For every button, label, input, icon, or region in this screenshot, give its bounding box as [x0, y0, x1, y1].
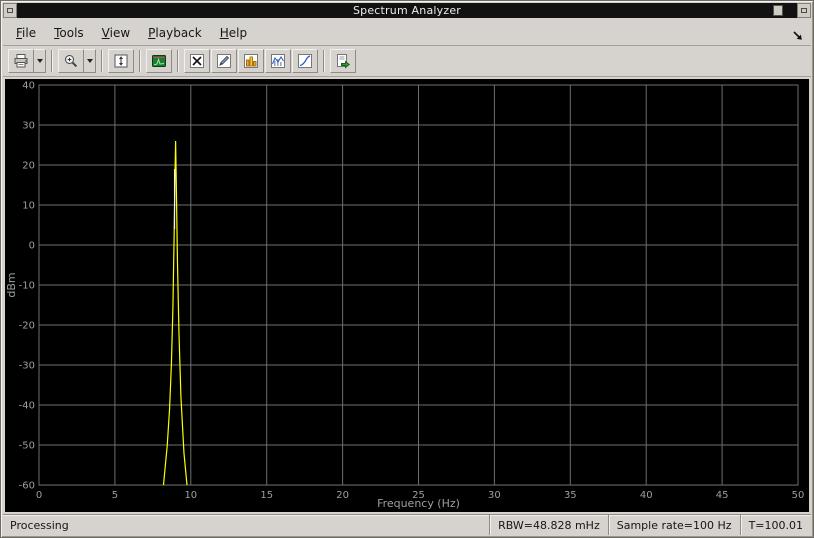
svg-text:50: 50 — [792, 490, 805, 501]
orange-bars-icon — [243, 53, 259, 69]
print-dropdown-button[interactable] — [34, 49, 46, 73]
green-scope-icon — [151, 53, 167, 69]
status-rbw: RBW=48.828 mHz — [489, 515, 608, 535]
svg-text:Frequency (Hz): Frequency (Hz) — [377, 497, 460, 510]
toolbar-separator — [101, 50, 103, 72]
svg-text:15: 15 — [260, 490, 273, 501]
toolbar-separator — [139, 50, 141, 72]
svg-text:-50: -50 — [19, 441, 35, 452]
status-time: T=100.01 — [739, 515, 811, 535]
svg-text:dBm: dBm — [5, 272, 18, 297]
window-title: Spectrum Analyzer — [352, 4, 462, 17]
svg-text:-40: -40 — [19, 401, 35, 412]
svg-text:0: 0 — [29, 241, 35, 252]
status-message: Processing — [10, 518, 69, 532]
magnifier-icon — [63, 53, 79, 69]
menu-file[interactable]: File — [7, 22, 45, 44]
chevron-down-icon — [86, 59, 93, 63]
print-button[interactable] — [8, 49, 34, 73]
chevron-down-icon — [36, 59, 43, 63]
export-button[interactable] — [330, 49, 356, 73]
titlebar-drag-area[interactable]: Spectrum Analyzer — [17, 3, 797, 18]
svg-text:0: 0 — [36, 490, 42, 501]
svg-text:45: 45 — [716, 490, 729, 501]
fit-view-arrows-icon — [113, 53, 129, 69]
iconify-button[interactable] — [3, 3, 17, 18]
diagonal-curve-icon — [297, 53, 313, 69]
svg-text:35: 35 — [564, 490, 577, 501]
svg-text:10: 10 — [22, 201, 35, 212]
cursor-measurements-button[interactable] — [184, 49, 210, 73]
zoom-dropdown-button[interactable] — [84, 49, 96, 73]
statusbar: Processing RBW=48.828 mHz Sample rate=10… — [3, 514, 811, 535]
svg-text:-20: -20 — [19, 321, 35, 332]
toolbar-separator — [51, 50, 53, 72]
distortion-measurements-button[interactable] — [265, 49, 291, 73]
peak-finder-button[interactable] — [211, 49, 237, 73]
maximize-button[interactable] — [773, 5, 783, 16]
toolbar-separator — [323, 50, 325, 72]
svg-text:20: 20 — [336, 490, 349, 501]
dock-arrow-icon[interactable] — [792, 27, 804, 40]
cursor-x-icon — [189, 53, 205, 69]
svg-text:40: 40 — [22, 80, 35, 91]
wave-chart-icon — [270, 53, 286, 69]
svg-text:30: 30 — [488, 490, 501, 501]
printer-icon — [13, 53, 29, 69]
pencil-icon — [216, 53, 232, 69]
svg-text:30: 30 — [22, 120, 35, 131]
spectrum-analyzer-window: Spectrum Analyzer File Tools View Playba… — [0, 0, 814, 538]
spectrum-settings-button[interactable] — [146, 49, 172, 73]
svg-text:-10: -10 — [19, 281, 35, 292]
toolbar-separator — [177, 50, 179, 72]
zoom-button[interactable] — [58, 49, 84, 73]
menu-tools[interactable]: Tools — [45, 22, 93, 44]
menu-view[interactable]: View — [93, 22, 139, 44]
svg-text:-60: -60 — [19, 481, 35, 492]
fit-to-view-button[interactable] — [108, 49, 134, 73]
resize-icon — [801, 8, 807, 13]
channel-measurements-button[interactable] — [238, 49, 264, 73]
ccdf-measurements-button[interactable] — [292, 49, 318, 73]
status-sample-rate: Sample rate=100 Hz — [607, 515, 740, 535]
titlebar[interactable]: Spectrum Analyzer — [3, 3, 811, 18]
svg-text:-30: -30 — [19, 361, 35, 372]
resize-button[interactable] — [797, 3, 811, 18]
menu-help[interactable]: Help — [211, 22, 256, 44]
menu-playback[interactable]: Playback — [139, 22, 211, 44]
menubar: File Tools View Playback Help — [3, 20, 811, 46]
iconify-icon — [7, 8, 13, 13]
svg-text:40: 40 — [640, 490, 653, 501]
page-green-arrow-icon — [335, 53, 351, 69]
spectrum-chart: 0 5 10 15 20 25 30 35 40 45 50403020100-10-20-30-4… — [5, 79, 809, 512]
svg-text:5: 5 — [112, 490, 118, 501]
plot-area[interactable]: 0 5 10 15 20 25 30 35 40 45 50 40 30 20 10 0 -10 -20 -30 -4… — [5, 79, 809, 512]
svg-text:20: 20 — [22, 161, 35, 172]
toolbar — [3, 46, 811, 77]
svg-text:10: 10 — [184, 490, 197, 501]
